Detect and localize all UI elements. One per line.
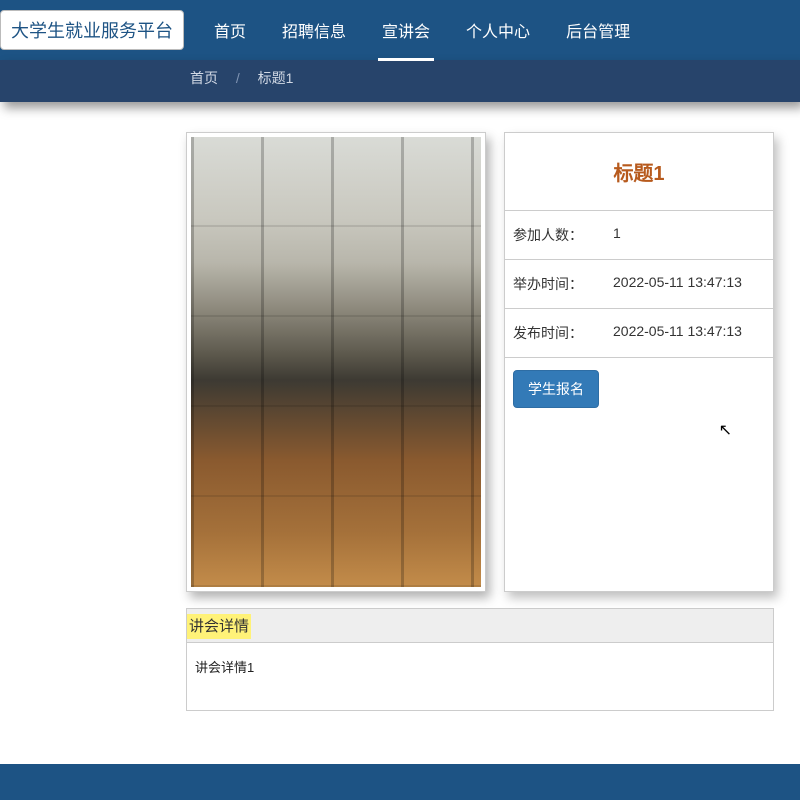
breadcrumb-current: 标题1 [258, 70, 294, 86]
info-label: 发布时间： [513, 323, 613, 343]
breadcrumb-home[interactable]: 首页 [190, 70, 218, 86]
details-body: 讲会详情1 [187, 643, 773, 710]
nav-career-talk[interactable]: 宣讲会 [364, 0, 448, 60]
footer-bar [0, 764, 800, 800]
breadcrumb: 首页 / 标题1 [0, 60, 800, 102]
info-panel: 标题1 参加人数： 1 举办时间： 2022-05-11 13:47:13 发布… [504, 132, 774, 592]
breadcrumb-sep: / [236, 70, 240, 86]
button-area: 学生报名 [505, 357, 773, 420]
top-navbar: 大学生就业服务平台 首页 招聘信息 宣讲会 个人中心 后台管理 [0, 0, 800, 60]
main-content: 标题1 参加人数： 1 举办时间： 2022-05-11 13:47:13 发布… [0, 102, 800, 592]
nav-personal[interactable]: 个人中心 [448, 0, 548, 60]
info-value: 2022-05-11 13:47:13 [613, 323, 765, 343]
brand-logo[interactable]: 大学生就业服务平台 [0, 10, 184, 50]
details-section: 讲会详情 讲会详情1 [186, 608, 774, 711]
register-button[interactable]: 学生报名 [513, 370, 599, 408]
info-label: 参加人数： [513, 225, 613, 245]
details-header: 讲会详情 [187, 609, 773, 643]
details-header-label: 讲会详情 [187, 614, 251, 639]
event-title: 标题1 [505, 133, 773, 210]
nav-items: 首页 招聘信息 宣讲会 个人中心 后台管理 [196, 0, 648, 60]
nav-recruitment[interactable]: 招聘信息 [264, 0, 364, 60]
info-row-participants: 参加人数： 1 [505, 210, 773, 259]
event-image [191, 137, 481, 587]
info-value: 2022-05-11 13:47:13 [613, 274, 765, 294]
info-label: 举办时间： [513, 274, 613, 294]
info-row-publish-time: 发布时间： 2022-05-11 13:47:13 [505, 308, 773, 357]
info-value: 1 [613, 225, 765, 245]
nav-home[interactable]: 首页 [196, 0, 264, 60]
info-row-event-time: 举办时间： 2022-05-11 13:47:13 [505, 259, 773, 308]
nav-admin[interactable]: 后台管理 [548, 0, 648, 60]
event-image-box [186, 132, 486, 592]
